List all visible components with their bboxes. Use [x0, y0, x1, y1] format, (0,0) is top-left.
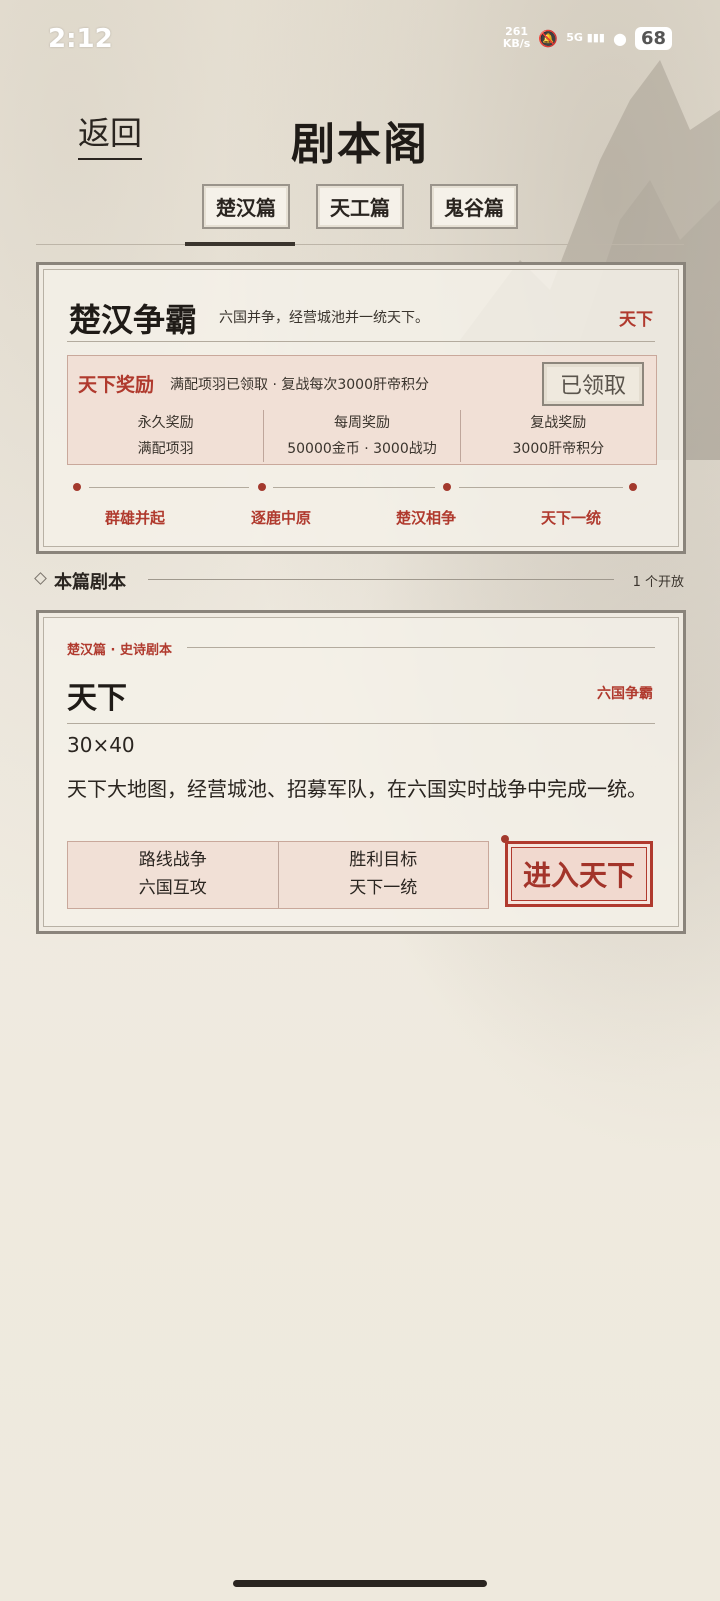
tab-chuhan[interactable]: 楚汉篇 — [202, 184, 290, 229]
chapter-description: 六国并争，经营城池并一统天下。 — [219, 310, 429, 326]
scenario-title: 天下 — [67, 681, 127, 716]
chapter-tabs: 楚汉篇 天工篇 鬼谷篇 — [0, 184, 720, 229]
stage-label: 楚汉相争 — [396, 509, 457, 527]
map-size: 30×40 — [67, 733, 135, 757]
page-title: 剧本阁 — [291, 119, 429, 170]
stage-dot — [258, 483, 266, 491]
reward-title: 天下奖励 — [78, 374, 155, 396]
info-route: 路线战争 六国互攻 — [138, 850, 207, 898]
scenario-description: 天下大地图，经营城池、招募军队，在六国实时战争中完成一统。 — [67, 777, 647, 801]
stage-label: 逐鹿中原 — [251, 509, 312, 527]
section-header: 本篇剧本 1 个开放 — [34, 568, 684, 593]
section-count: 1 个开放 — [632, 575, 684, 590]
stage-label: 天下一统 — [541, 509, 602, 527]
reward-permanent: 永久奖励 满配项羽 — [137, 415, 194, 457]
reward-weekly: 每周奖励 50000金币 · 3000战功 — [263, 410, 459, 462]
diamond-icon — [34, 572, 47, 585]
divider — [67, 341, 655, 342]
active-tab-indicator — [185, 242, 295, 246]
enter-button[interactable]: 进入天下 — [505, 841, 653, 907]
stage-line — [273, 487, 435, 488]
tab-tiangong[interactable]: 天工篇 — [316, 184, 404, 229]
stage-line — [459, 487, 623, 488]
chapter-card: 楚汉争霸 六国并争，经营城池并一统天下。 天下 天下奖励 满配项羽已领取 · 复… — [36, 262, 686, 554]
status-icons: 261 KB/s 🔕 5G ▮▮▮ ● 68 — [503, 26, 672, 50]
reward-description: 满配项羽已领取 · 复战每次3000肝帝积分 — [170, 377, 429, 393]
scenario-info: 路线战争 六国互攻 胜利目标 天下一统 — [67, 841, 489, 909]
stage-line — [89, 487, 249, 488]
divider — [187, 647, 655, 648]
net-speed: 261 KB/s — [502, 25, 531, 50]
reward-rebattle: 复战奖励 3000肝帝积分 — [459, 410, 656, 462]
tab-guigu[interactable]: 鬼谷篇 — [430, 184, 518, 229]
chapter-tag: 天下 — [619, 310, 653, 330]
divider — [67, 723, 655, 724]
tab-divider — [36, 244, 684, 245]
section-title: 本篇剧本 — [54, 572, 126, 593]
stage-label: 群雄并起 — [105, 509, 166, 527]
reward-panel: 天下奖励 满配项羽已领取 · 复战每次3000肝帝积分 已领取 永久奖励 满配项羽… — [67, 355, 657, 465]
scenario-card: 楚汉篇 · 史诗剧本 天下 六国争霸 30×40 天下大地图，经营城池、招募军队… — [36, 610, 686, 934]
stage-progress: 群雄并起 逐鹿中原 楚汉相争 天下一统 — [73, 475, 649, 527]
mute-icon: 🔕 — [538, 28, 559, 48]
stage-dot — [443, 483, 451, 491]
wifi-icon: ● — [612, 28, 627, 48]
status-bar: 2:12 261 KB/s 🔕 5G ▮▮▮ ● 68 — [0, 0, 720, 80]
scenario-tag: 六国争霸 — [597, 686, 653, 702]
claimed-button[interactable]: 已领取 — [541, 362, 644, 406]
stage-dot — [629, 483, 637, 491]
scenario-subtitle: 楚汉篇 · 史诗剧本 — [67, 643, 172, 658]
battery-icon: 68 — [634, 26, 672, 50]
info-victory: 胜利目标 天下一统 — [277, 842, 489, 908]
chapter-title: 楚汉争霸 — [69, 301, 198, 339]
section-line — [148, 579, 614, 580]
home-indicator[interactable] — [233, 1580, 487, 1587]
reward-columns: 永久奖励 满配项羽 每周奖励 50000金币 · 3000战功 复战奖励 3000肝帝… — [68, 410, 656, 462]
signal-icon: 5G ▮▮▮ — [566, 31, 605, 44]
stage-dot — [73, 483, 81, 491]
status-time: 2:12 — [48, 24, 113, 54]
